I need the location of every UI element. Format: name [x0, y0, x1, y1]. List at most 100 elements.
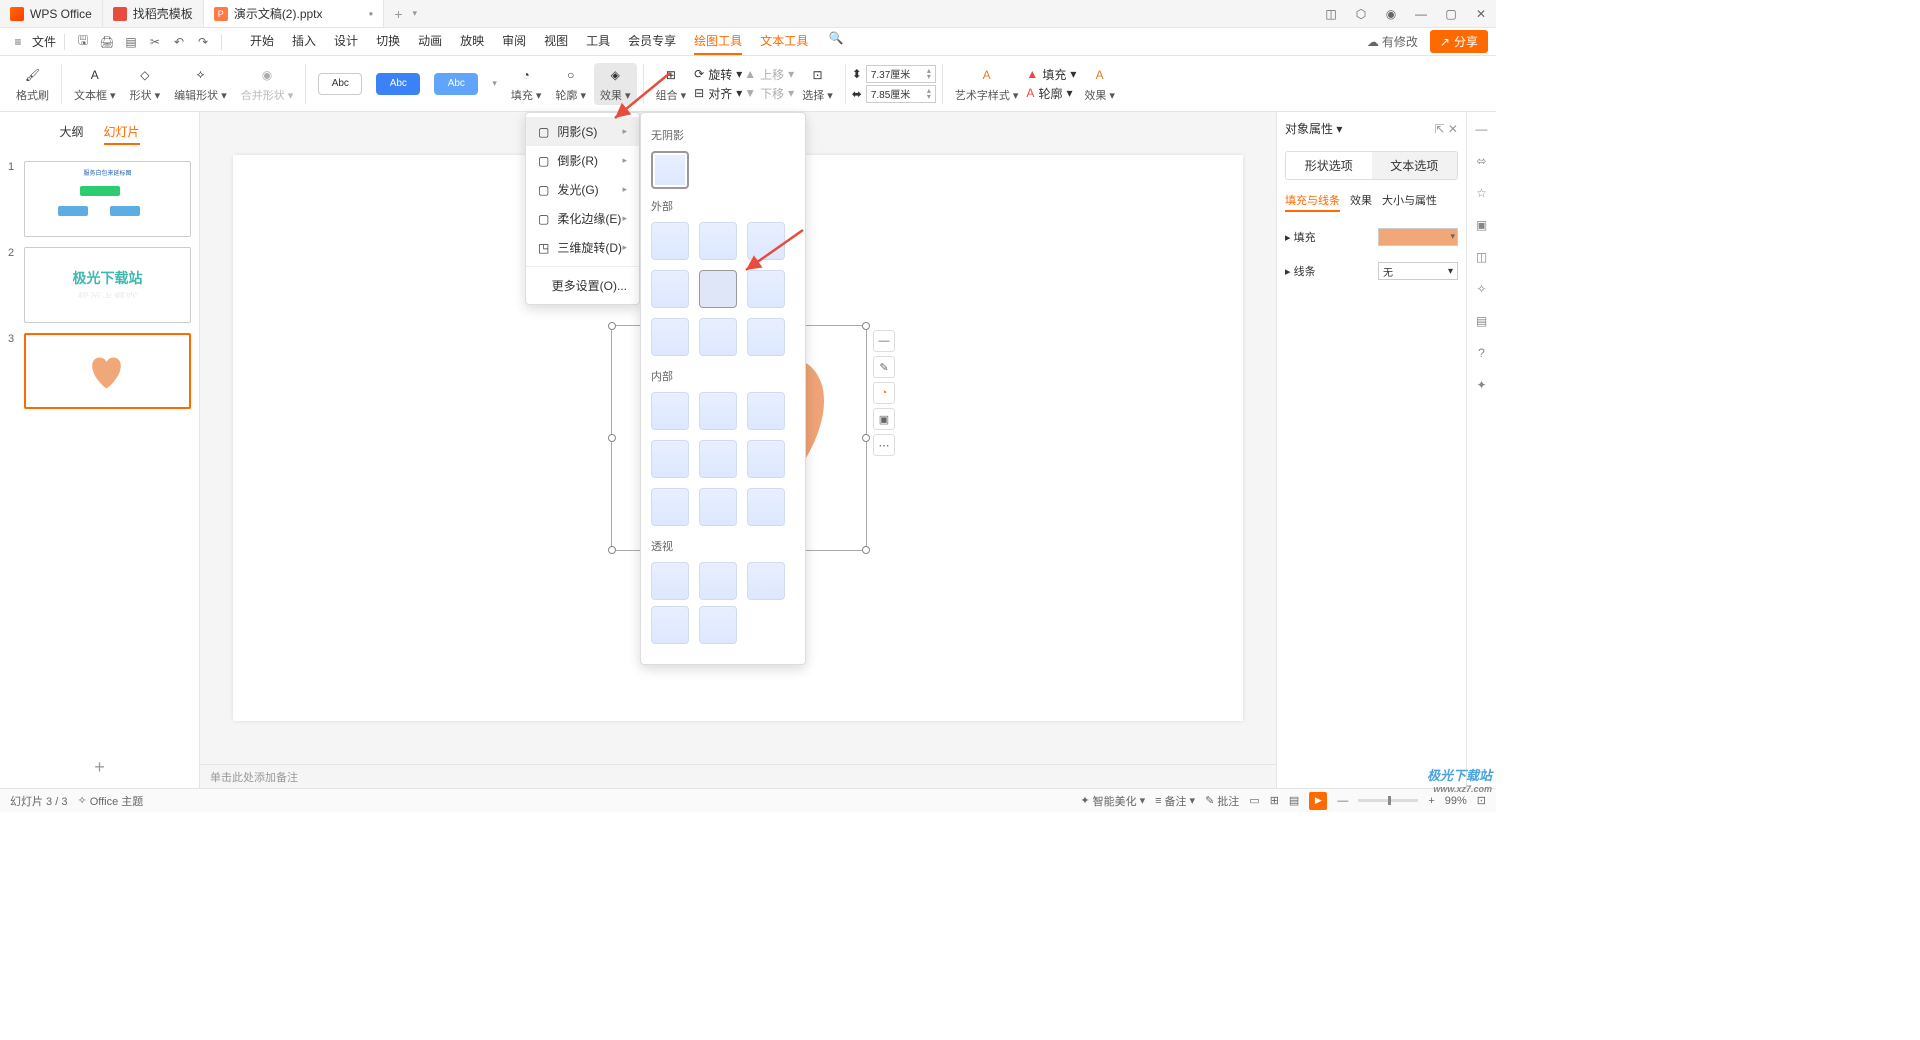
slide-item[interactable]: 3	[8, 333, 191, 409]
tab-review[interactable]: 审阅	[502, 28, 526, 55]
shape-style-3[interactable]: Abc	[428, 71, 484, 97]
strip-minimize[interactable]: —	[1473, 120, 1491, 138]
view-reading[interactable]: ▤	[1289, 794, 1299, 807]
slide-item[interactable]: 1 服务白包来延标图	[8, 161, 191, 237]
tab-transition[interactable]: 切换	[376, 28, 400, 55]
shape-styles-more[interactable]: ▾	[486, 76, 503, 91]
shadow-swatch-hover[interactable]	[699, 270, 737, 308]
file-menu[interactable]: 文件	[32, 33, 56, 50]
shadow-swatch[interactable]	[747, 440, 785, 478]
add-slide-button[interactable]: +	[0, 747, 199, 788]
shadow-swatch[interactable]	[747, 318, 785, 356]
align[interactable]: ⊟对齐 ▾	[694, 85, 742, 102]
zoom-label[interactable]: 99%	[1445, 795, 1467, 807]
cube-icon[interactable]: ⬡	[1346, 7, 1376, 21]
avatar-icon[interactable]: ◉	[1376, 7, 1406, 21]
strip-tools-icon[interactable]: ✧	[1473, 280, 1491, 298]
shadow-swatch[interactable]	[747, 488, 785, 526]
modified-indicator[interactable]: ☁ 有修改	[1367, 33, 1418, 50]
zoom-slider[interactable]	[1358, 799, 1418, 802]
tab-text-tools[interactable]: 文本工具	[760, 28, 808, 55]
subtab-effect[interactable]: 效果	[1350, 192, 1372, 212]
strip-copy-icon[interactable]: ◫	[1473, 248, 1491, 266]
float-copy[interactable]: ▣	[873, 408, 895, 430]
tab-tools[interactable]: 工具	[586, 28, 610, 55]
fill[interactable]: ◔填充 ▾	[505, 63, 548, 105]
group[interactable]: ⊞组合 ▾	[650, 63, 693, 105]
art-style[interactable]: A艺术字样式 ▾	[949, 63, 1025, 105]
seg-text[interactable]: 文本选项	[1372, 152, 1458, 179]
shadow-swatch[interactable]	[651, 488, 689, 526]
strip-misc-icon[interactable]: ✦	[1473, 376, 1491, 394]
tab-slideshow[interactable]: 放映	[460, 28, 484, 55]
fit-button[interactable]: ⊡	[1477, 794, 1486, 807]
shadow-swatch[interactable]	[699, 488, 737, 526]
smart-beautify[interactable]: ✦ 智能美化 ▾	[1080, 793, 1145, 809]
line-select[interactable]: 无▾	[1378, 262, 1458, 280]
cut-icon[interactable]: ✂	[145, 32, 165, 52]
slides-tab[interactable]: 幻灯片	[104, 120, 140, 145]
float-more[interactable]: ⋯	[873, 434, 895, 456]
shadow-swatch[interactable]	[699, 606, 737, 644]
shadow-swatch[interactable]	[651, 606, 689, 644]
menu-soft-edge[interactable]: ▢柔化边缘(E)▸	[526, 204, 639, 233]
tab-design[interactable]: 设计	[334, 28, 358, 55]
tab-member[interactable]: 会员专享	[628, 28, 676, 55]
shadow-swatch[interactable]	[747, 270, 785, 308]
panel-actions[interactable]: ⇱ ✕	[1435, 122, 1458, 136]
tab-start[interactable]: 开始	[250, 28, 274, 55]
notes-button[interactable]: ≡ 备注 ▾	[1155, 793, 1195, 809]
comment-button[interactable]: ✎ 批注	[1205, 793, 1239, 809]
shadow-swatch[interactable]	[747, 392, 785, 430]
subtab-size[interactable]: 大小与属性	[1382, 192, 1437, 212]
select[interactable]: ⊡选择 ▾	[796, 63, 839, 105]
redo-icon[interactable]: ↷	[193, 32, 213, 52]
strip-image-icon[interactable]: ▤	[1473, 312, 1491, 330]
shadow-none-swatch[interactable]	[651, 151, 689, 189]
strip-settings-icon[interactable]: ⬄	[1473, 152, 1491, 170]
tab-wps[interactable]: WPS Office	[0, 0, 103, 27]
undo-icon[interactable]: ↶	[169, 32, 189, 52]
textbox[interactable]: A文本框 ▾	[68, 63, 122, 105]
menu-icon[interactable]: ≡	[8, 32, 28, 52]
view-normal[interactable]: ▭	[1249, 794, 1259, 807]
shadow-swatch[interactable]	[651, 562, 689, 600]
width-input[interactable]: ⬌7.85厘米▴▾	[852, 85, 936, 103]
menu-3d-rotate[interactable]: ◳三维旋转(D)▸	[526, 233, 639, 262]
shadow-swatch[interactable]	[699, 562, 737, 600]
print-icon[interactable]: 🖨	[97, 32, 117, 52]
play-button[interactable]: ▶	[1309, 792, 1327, 810]
shadow-swatch[interactable]	[651, 222, 689, 260]
maximize-button[interactable]: ▢	[1436, 7, 1466, 21]
menu-glow[interactable]: ▢发光(G)▸	[526, 175, 639, 204]
shape-style-2[interactable]: Abc	[370, 71, 426, 97]
edit-shape[interactable]: ⟡编辑形状 ▾	[168, 63, 233, 105]
float-minus[interactable]: —	[873, 330, 895, 352]
outline[interactable]: ○轮廓 ▾	[549, 63, 592, 105]
seg-shape[interactable]: 形状选项	[1286, 152, 1372, 179]
outline-tab[interactable]: 大纲	[59, 120, 83, 145]
strip-help-icon[interactable]: ?	[1473, 344, 1491, 362]
tab-document[interactable]: P 演示文稿(2).pptx ●	[204, 0, 385, 27]
share-button[interactable]: ↗ 分享	[1430, 30, 1488, 53]
shadow-swatch[interactable]	[699, 392, 737, 430]
tab-drawing-tools[interactable]: 绘图工具	[694, 28, 742, 55]
tab-menu-button[interactable]: ▾	[413, 8, 418, 19]
slide-item[interactable]: 2 极光下载站 极光下载站	[8, 247, 191, 323]
zoom-in[interactable]: +	[1428, 795, 1434, 807]
view-sorter[interactable]: ⊞	[1270, 794, 1279, 807]
shadow-swatch[interactable]	[651, 270, 689, 308]
shape[interactable]: ◇形状 ▾	[124, 63, 167, 105]
text-fill[interactable]: ▲填充 ▾	[1026, 66, 1076, 83]
menu-reflection[interactable]: ▢倒影(R)▸	[526, 146, 639, 175]
shadow-swatch[interactable]	[747, 562, 785, 600]
shadow-swatch[interactable]	[651, 440, 689, 478]
minimize-button[interactable]: —	[1406, 7, 1436, 21]
notes-field[interactable]: 单击此处添加备注	[200, 764, 1276, 788]
window-icon[interactable]: ◫	[1316, 7, 1346, 21]
subtab-fill[interactable]: 填充与线条	[1285, 192, 1340, 212]
tab-insert[interactable]: 插入	[292, 28, 316, 55]
float-edit[interactable]: ✎	[873, 356, 895, 378]
strip-window-icon[interactable]: ▣	[1473, 216, 1491, 234]
shadow-swatch[interactable]	[747, 222, 785, 260]
